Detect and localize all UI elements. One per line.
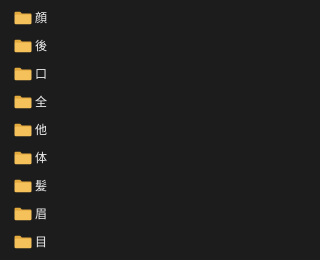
folder-icon <box>14 151 32 165</box>
folder-icon <box>14 39 32 53</box>
folder-label: 体 <box>35 151 48 165</box>
folder-list: 顔 後 口 全 他 体 髪 眉 目 <box>0 0 257 260</box>
folder-item[interactable]: 口 <box>14 63 214 85</box>
folder-label: 全 <box>35 95 48 109</box>
folder-item[interactable]: 髪 <box>14 175 214 197</box>
folder-label: 眉 <box>35 207 48 221</box>
folder-label: 目 <box>35 235 48 249</box>
folder-icon <box>14 67 32 81</box>
folder-icon <box>14 123 32 137</box>
folder-icon <box>14 179 32 193</box>
folder-item[interactable]: 顔 <box>14 7 214 29</box>
folder-label: 顔 <box>35 11 48 25</box>
folder-label: 他 <box>35 123 48 137</box>
folder-item[interactable]: 他 <box>14 119 214 141</box>
folder-icon <box>14 207 32 221</box>
folder-icon <box>14 235 32 249</box>
folder-item[interactable]: 眉 <box>14 203 214 225</box>
folder-item[interactable]: 後 <box>14 35 214 57</box>
folder-icon <box>14 95 32 109</box>
folder-item[interactable]: 体 <box>14 147 214 169</box>
folder-item[interactable]: 目 <box>14 231 214 253</box>
folder-label: 後 <box>35 39 48 53</box>
folder-item[interactable]: 全 <box>14 91 214 113</box>
folder-icon <box>14 11 32 25</box>
folder-label: 口 <box>35 67 48 81</box>
folder-label: 髪 <box>35 179 48 193</box>
